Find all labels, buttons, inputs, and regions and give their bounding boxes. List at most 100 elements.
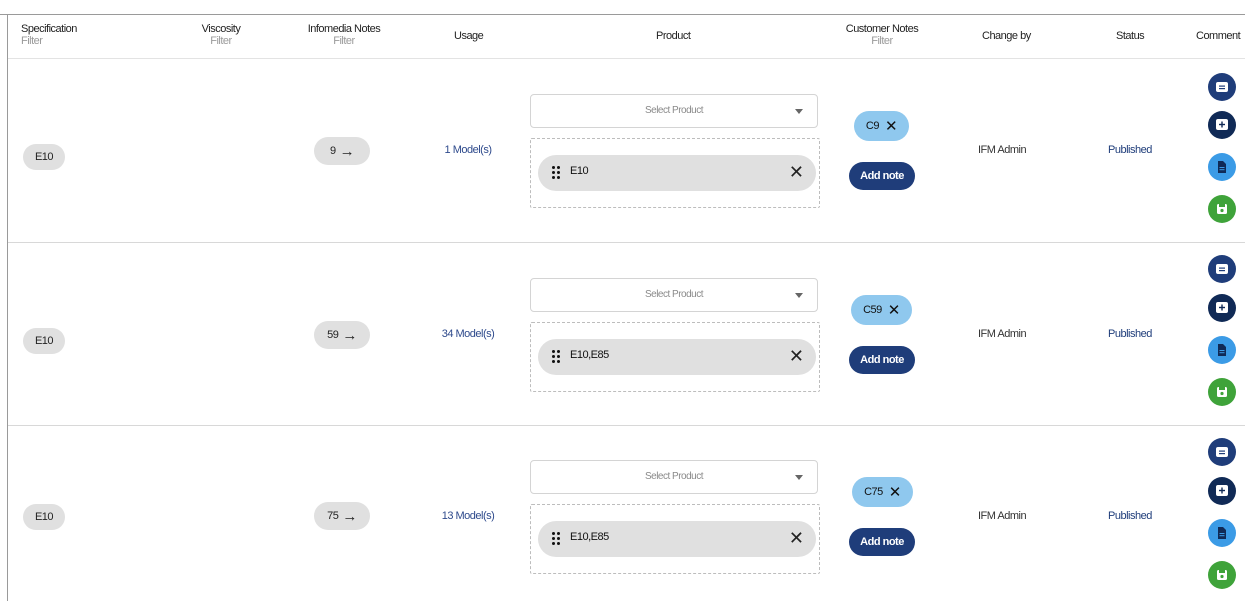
chevron-down-icon xyxy=(795,109,803,114)
add-comment-button[interactable] xyxy=(1208,294,1236,322)
specification-filter[interactable]: Filter xyxy=(21,35,77,47)
header-viscosity[interactable]: Viscosity Filter xyxy=(188,23,254,47)
viscosity-filter[interactable]: Filter xyxy=(188,35,254,47)
change-by-text: IFM Admin xyxy=(978,510,1027,522)
close-icon[interactable]: ✕ xyxy=(888,301,901,319)
product-dropzone[interactable]: E10 ✕ xyxy=(530,138,820,208)
status-text: Published xyxy=(1108,328,1152,340)
drag-handle-icon[interactable] xyxy=(552,532,562,546)
header-infomedia-label: Infomedia Notes xyxy=(307,23,381,35)
comment-icon xyxy=(1216,447,1228,457)
header-infomedia-notes[interactable]: Infomedia Notes Filter xyxy=(294,23,394,47)
product-dropzone[interactable]: E10,E85 ✕ xyxy=(530,322,820,392)
header-product: Product xyxy=(656,30,691,42)
customer-note-label: C59 xyxy=(863,304,882,316)
change-by-text: IFM Admin xyxy=(978,328,1027,340)
document-icon xyxy=(1218,344,1226,356)
infomedia-filter[interactable]: Filter xyxy=(294,35,394,47)
drag-handle-icon[interactable] xyxy=(552,350,562,364)
add-note-button[interactable]: Add note xyxy=(849,528,915,556)
add-comment-icon xyxy=(1216,119,1228,130)
add-comment-icon xyxy=(1216,485,1228,496)
table-top-border xyxy=(0,14,1245,15)
document-icon xyxy=(1218,527,1226,539)
customer-notes-filter[interactable]: Filter xyxy=(830,35,934,47)
product-chip-label: E10,E85 xyxy=(570,531,609,543)
close-icon[interactable]: ✕ xyxy=(789,528,804,548)
select-placeholder: Select Product xyxy=(644,105,704,116)
select-product-dropdown[interactable]: Select Product xyxy=(530,460,818,494)
infomedia-count: 75 xyxy=(327,510,339,522)
document-button[interactable] xyxy=(1208,153,1236,181)
add-comment-icon xyxy=(1216,302,1228,313)
infomedia-notes-button[interactable]: 75 → xyxy=(314,502,370,530)
header-customer-notes-label: Customer Notes xyxy=(845,23,919,35)
product-chip[interactable]: E10,E85 ✕ xyxy=(538,521,816,557)
save-icon xyxy=(1217,387,1227,397)
change-by-text: IFM Admin xyxy=(978,144,1027,156)
select-product-dropdown[interactable]: Select Product xyxy=(530,94,818,128)
chevron-down-icon xyxy=(795,475,803,480)
customer-note-label: C9 xyxy=(865,120,880,132)
specification-badge: E10 xyxy=(23,504,65,530)
header-viscosity-label: Viscosity xyxy=(201,23,241,35)
infomedia-notes-button[interactable]: 9 → xyxy=(314,137,370,165)
close-icon[interactable]: ✕ xyxy=(889,483,902,501)
specification-badge: E10 xyxy=(23,328,65,354)
customer-note-chip[interactable]: C75 ✕ xyxy=(852,477,913,507)
close-icon[interactable]: ✕ xyxy=(789,162,804,182)
usage-link[interactable]: 13 Model(s) xyxy=(428,510,508,522)
header-customer-notes[interactable]: Customer Notes Filter xyxy=(830,23,934,47)
arrow-right-icon: → xyxy=(339,142,355,160)
usage-link[interactable]: 34 Model(s) xyxy=(428,328,508,340)
close-icon[interactable]: ✕ xyxy=(789,346,804,366)
customer-note-label: C75 xyxy=(864,486,883,498)
product-chip[interactable]: E10,E85 ✕ xyxy=(538,339,816,375)
select-placeholder: Select Product xyxy=(644,471,704,482)
header-specification-label: Specification xyxy=(21,23,77,35)
document-button[interactable] xyxy=(1208,336,1236,364)
document-icon xyxy=(1218,161,1226,173)
comment-button[interactable] xyxy=(1208,255,1236,283)
customer-note-chip[interactable]: C9 ✕ xyxy=(854,111,909,141)
specification-badge: E10 xyxy=(23,144,65,170)
document-button[interactable] xyxy=(1208,519,1236,547)
add-note-button[interactable]: Add note xyxy=(849,162,915,190)
add-note-button[interactable]: Add note xyxy=(849,346,915,374)
customer-note-chip[interactable]: C59 ✕ xyxy=(851,295,912,325)
select-placeholder: Select Product xyxy=(644,289,704,300)
infomedia-count: 9 xyxy=(329,145,336,157)
drag-handle-icon[interactable] xyxy=(552,166,562,180)
select-product-dropdown[interactable]: Select Product xyxy=(530,278,818,312)
infomedia-count: 59 xyxy=(327,329,339,341)
product-chip-label: E10 xyxy=(570,165,589,177)
header-change-by: Change by xyxy=(982,30,1031,42)
product-chip-label: E10,E85 xyxy=(570,349,609,361)
product-dropzone[interactable]: E10,E85 ✕ xyxy=(530,504,820,574)
header-status: Status xyxy=(1116,30,1145,42)
arrow-right-icon: → xyxy=(342,507,357,525)
header-usage: Usage xyxy=(454,30,484,42)
save-button[interactable] xyxy=(1208,561,1236,589)
product-chip[interactable]: E10 ✕ xyxy=(538,155,816,191)
header-comment: Comment xyxy=(1196,30,1241,42)
close-icon[interactable]: ✕ xyxy=(885,117,898,135)
arrow-right-icon: → xyxy=(342,326,357,344)
add-comment-button[interactable] xyxy=(1208,477,1236,505)
comment-icon xyxy=(1216,82,1228,92)
add-comment-button[interactable] xyxy=(1208,111,1236,139)
table-row: E10 75 → 13 Model(s) Select Product E10,… xyxy=(8,426,1245,601)
comment-icon xyxy=(1216,264,1228,274)
chevron-down-icon xyxy=(795,293,803,298)
status-text: Published xyxy=(1108,510,1152,522)
save-icon xyxy=(1217,204,1227,214)
infomedia-notes-button[interactable]: 59 → xyxy=(314,321,370,349)
save-button[interactable] xyxy=(1208,195,1236,223)
save-button[interactable] xyxy=(1208,378,1236,406)
comment-button[interactable] xyxy=(1208,73,1236,101)
comment-button[interactable] xyxy=(1208,438,1236,466)
header-specification[interactable]: Specification Filter xyxy=(21,23,77,47)
table-row: E10 59 → 34 Model(s) Select Product E10,… xyxy=(8,243,1245,426)
save-icon xyxy=(1217,570,1227,580)
usage-link[interactable]: 1 Model(s) xyxy=(428,144,508,156)
